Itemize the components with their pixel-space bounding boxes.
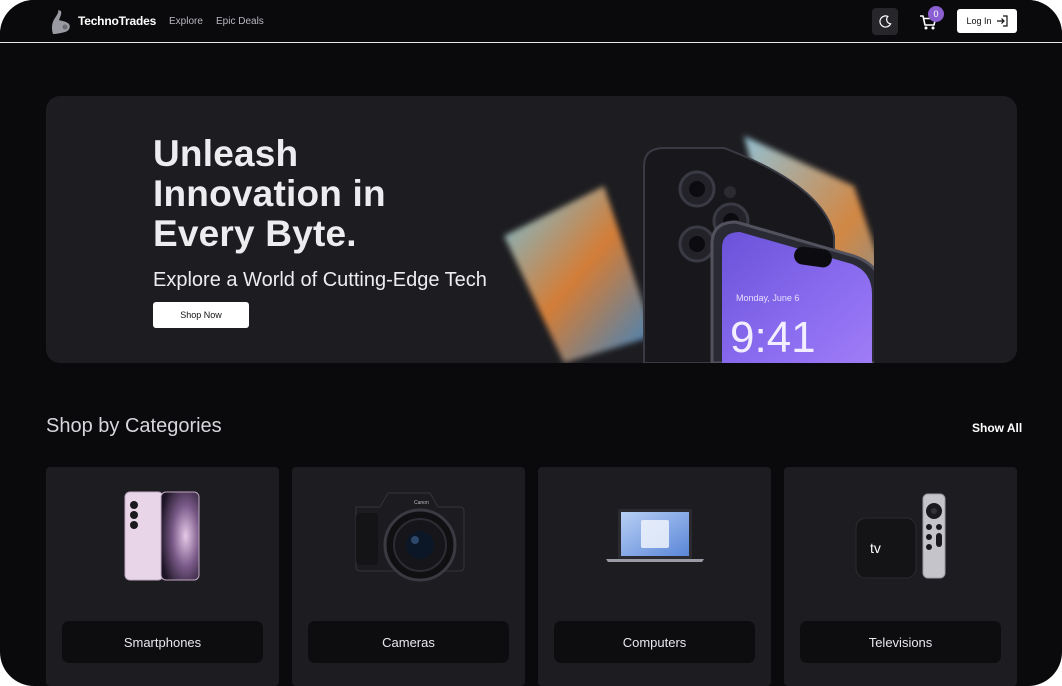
category-label: Smartphones: [62, 621, 263, 663]
hero-banner: Unleash Innovation in Every Byte. Explor…: [46, 96, 1017, 363]
category-card-televisions[interactable]: tv Televisions: [784, 467, 1017, 686]
login-arrow-icon: [996, 15, 1008, 27]
shop-now-button[interactable]: Shop Now: [153, 302, 249, 328]
nav-link-epic-deals[interactable]: Epic Deals: [216, 16, 264, 27]
category-card-cameras[interactable]: Canon Cameras: [292, 467, 525, 686]
theme-toggle-button[interactable]: [872, 8, 898, 35]
hero-subtitle: Explore a World of Cutting-Edge Tech: [153, 269, 487, 291]
app-window: TechnoTrades Explore Epic Deals 0 Log In…: [0, 0, 1062, 686]
hero-title: Unleash Innovation in Every Byte.: [153, 133, 386, 254]
category-label: Computers: [554, 621, 755, 663]
category-label: Cameras: [308, 621, 509, 663]
smartphone-image: [124, 491, 200, 581]
svg-text:Canon: Canon: [414, 500, 429, 506]
top-navbar: TechnoTrades Explore Epic Deals 0 Log In: [0, 0, 1062, 43]
hero-phones-image: Monday, June 6 9:41: [504, 136, 874, 363]
category-card-smartphones[interactable]: Smartphones: [46, 467, 279, 686]
show-all-link[interactable]: Show All: [972, 421, 1022, 435]
laptop-image: [606, 509, 704, 562]
category-card-computers[interactable]: Computers: [538, 467, 771, 686]
categories-heading: Shop by Categories: [46, 415, 222, 437]
camera-image: Canon: [355, 492, 465, 582]
phone-date-text: Monday, June 6: [736, 293, 799, 303]
tv-logo-text: tv: [870, 540, 881, 556]
category-label: Televisions: [800, 621, 1001, 663]
login-button[interactable]: Log In: [957, 9, 1017, 33]
apple-tv-image: tv: [855, 493, 946, 579]
cart-count-badge: 0: [928, 6, 944, 22]
nav-link-explore[interactable]: Explore: [169, 16, 203, 27]
login-label: Log In: [966, 16, 992, 26]
logo-icon[interactable]: [47, 8, 73, 36]
moon-icon: [878, 15, 892, 28]
phone-time-text: 9:41: [730, 313, 816, 362]
brand-name[interactable]: TechnoTrades: [78, 14, 156, 28]
